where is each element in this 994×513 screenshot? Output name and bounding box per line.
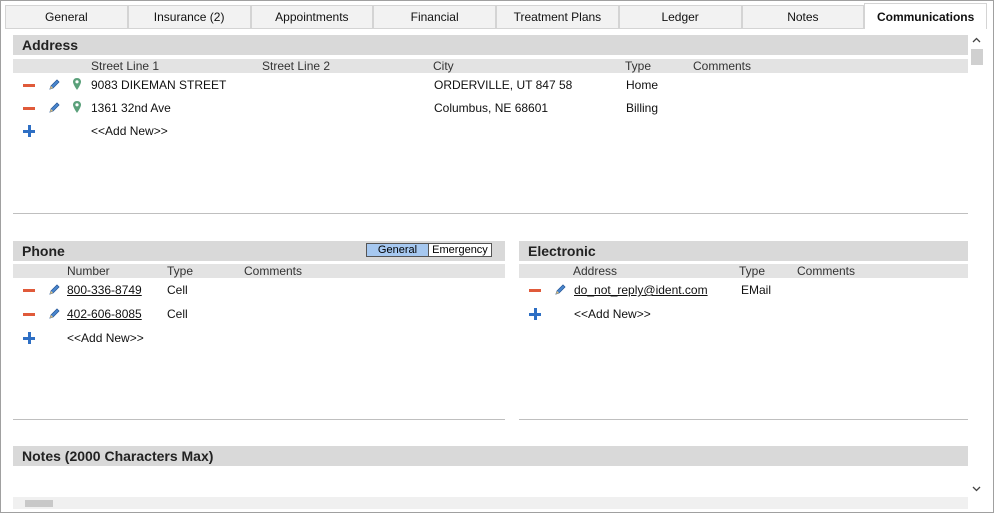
col-street-line-2: Street Line 2 [262,59,331,73]
electronic-row[interactable]: do_not_reply@ident.com EMail [519,280,968,302]
phone-type-toggle: General Emergency [366,243,492,257]
remove-minus-icon[interactable] [23,84,35,87]
col-comments: Comments [797,264,856,278]
address-title: Address [22,37,79,53]
tab-communications[interactable]: Communications [864,3,987,29]
electronic-section-header: Electronic [519,241,968,261]
edit-pencil-icon[interactable] [48,307,61,320]
electronic-add-row[interactable]: <<Add New>> [519,304,968,326]
add-new-electronic[interactable]: <<Add New>> [574,307,651,321]
phone-title: Phone [22,243,65,259]
scroll-thumb[interactable] [25,500,53,507]
vertical-scrollbar[interactable] [968,35,985,497]
col-city: City [433,59,454,73]
tab-bar: General Insurance (2) Appointments Finan… [5,3,987,29]
divider [519,419,968,420]
street-line-1: 1361 32nd Ave [91,101,171,115]
address-row[interactable]: 9083 DIKEMAN STREET ORDERVILLE, UT 847 5… [13,75,968,97]
phone-add-row[interactable]: <<Add New>> [13,328,505,350]
col-type: Type [625,59,652,73]
tab-treatment-plans[interactable]: Treatment Plans [496,5,619,29]
divider [13,213,968,214]
edit-pencil-icon[interactable] [48,101,61,114]
tab-financial[interactable]: Financial [373,5,496,29]
chevron-up-icon[interactable] [972,37,981,43]
add-plus-icon[interactable] [23,332,35,344]
phone-number-link[interactable]: 800-336-8749 [67,283,142,297]
tab-insurance[interactable]: Insurance (2) [127,5,251,29]
add-plus-icon[interactable] [529,308,541,320]
phone-number-link[interactable]: 402-606-8085 [67,307,142,321]
notes-section-header: Notes (2000 Characters Max) [13,446,968,466]
electronic-type: EMail [741,283,772,297]
map-pin-icon[interactable] [72,77,82,91]
toggle-emergency[interactable]: Emergency [429,244,491,256]
city: ORDERVILLE, UT 847 58 [434,78,573,92]
col-comments: Comments [244,264,303,278]
add-new-address[interactable]: <<Add New>> [91,124,168,138]
edit-pencil-icon[interactable] [48,78,61,91]
map-pin-icon[interactable] [72,100,82,114]
remove-minus-icon[interactable] [23,313,35,316]
divider [13,419,505,420]
scroll-thumb[interactable] [971,49,983,65]
address-section-header: Address [13,35,968,55]
tab-ledger[interactable]: Ledger [618,5,742,29]
add-plus-icon[interactable] [23,125,35,137]
toggle-general[interactable]: General [367,244,429,256]
chevron-down-icon[interactable] [972,486,981,492]
address-type: Home [626,78,659,92]
city: Columbus, NE 68601 [434,101,549,115]
street-line-1: 9083 DIKEMAN STREET [91,78,227,92]
window-frame: General Insurance (2) Appointments Finan… [0,0,994,513]
phone-type: Cell [167,283,188,297]
tab-general[interactable]: General [5,5,128,29]
email-address-link[interactable]: do_not_reply@ident.com [574,283,708,297]
tab-notes[interactable]: Notes [741,5,865,29]
phone-row[interactable]: 402-606-8085 Cell [13,304,505,326]
address-column-header: Street Line 1 Street Line 2 City Type Co… [13,59,968,73]
electronic-column-header: Address Type Comments [519,264,968,278]
col-number: Number [67,264,110,278]
col-street-line-1: Street Line 1 [91,59,160,73]
col-address: Address [573,264,618,278]
col-type: Type [167,264,194,278]
col-type: Type [739,264,766,278]
phone-type: Cell [167,307,188,321]
address-type: Billing [626,101,659,115]
phone-row[interactable]: 800-336-8749 Cell [13,280,505,302]
col-comments: Comments [693,59,752,73]
tab-appointments[interactable]: Appointments [250,5,374,29]
address-row[interactable]: 1361 32nd Ave Columbus, NE 68601 Billing [13,98,968,120]
remove-minus-icon[interactable] [23,289,35,292]
address-add-row[interactable]: <<Add New>> [13,121,968,143]
phone-column-header: Number Type Comments [13,264,505,278]
remove-minus-icon[interactable] [529,289,541,292]
notes-title: Notes (2000 Characters Max) [22,448,214,464]
communications-panel: Address Street Line 1 Street Line 2 City… [13,35,968,497]
add-new-phone[interactable]: <<Add New>> [67,331,144,345]
remove-minus-icon[interactable] [23,107,35,110]
electronic-title: Electronic [528,243,596,259]
edit-pencil-icon[interactable] [554,283,567,296]
horizontal-scrollbar[interactable] [13,497,968,509]
edit-pencil-icon[interactable] [48,283,61,296]
